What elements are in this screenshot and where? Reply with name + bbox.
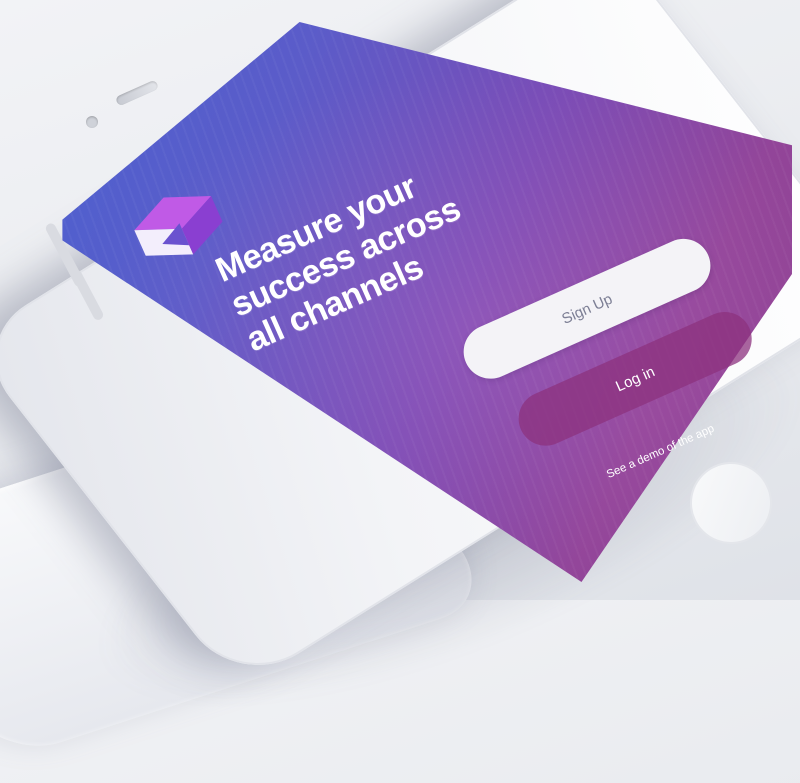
demo-link[interactable]: See a demo of the app [605, 423, 716, 481]
onboarding-screen: Measure your success across all channels… [0, 0, 800, 600]
scene: Measure your success across all channels… [0, 0, 800, 783]
